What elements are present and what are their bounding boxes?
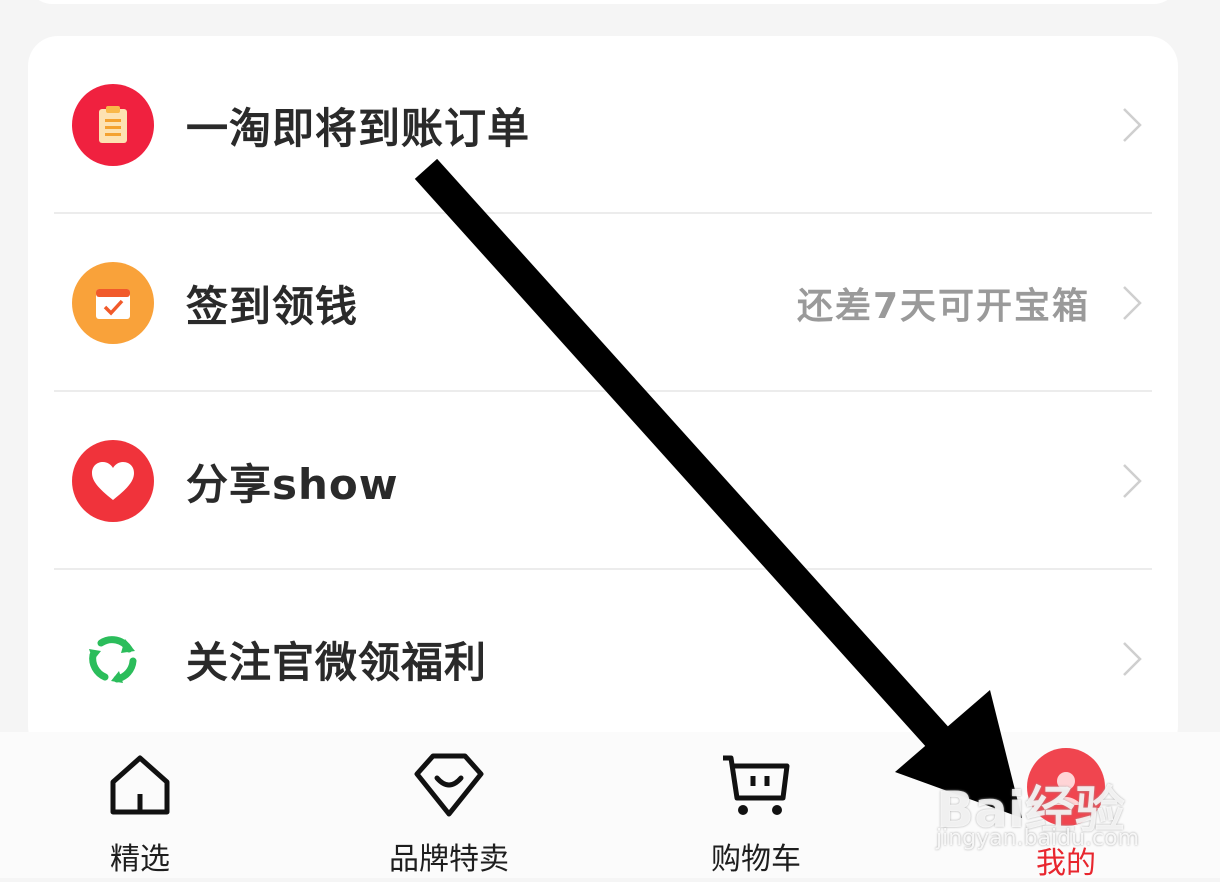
menu-item-follow-official[interactable]: 关注官微领福利 xyxy=(28,570,1178,748)
tab-label: 品牌特卖 xyxy=(389,842,509,877)
menu-item-label: 关注官微领福利 xyxy=(186,637,488,687)
heart-icon xyxy=(72,440,154,522)
tab-cart[interactable]: 购物车 xyxy=(656,732,856,878)
tab-label: 精选 xyxy=(110,842,170,877)
menu-item-label: 签到领钱 xyxy=(186,281,359,331)
diamond-smile-icon xyxy=(413,750,485,820)
menu-item-checkin[interactable]: 签到领钱 还差7天可开宝箱 xyxy=(28,214,1178,392)
chevron-right-icon xyxy=(1112,283,1152,323)
menu-card: 一淘即将到账订单 签到领钱 还差7天可开宝箱 分享show 关注官微领福利 xyxy=(28,36,1178,756)
home-icon xyxy=(107,750,173,820)
chevron-right-icon xyxy=(1112,105,1152,145)
top-card xyxy=(28,0,1178,4)
checkin-hint: 还差7天可开宝箱 xyxy=(796,286,1090,327)
tab-label: 购物车 xyxy=(711,842,801,877)
menu-item-pending-orders[interactable]: 一淘即将到账订单 xyxy=(28,36,1178,214)
calendar-check-icon xyxy=(72,262,154,344)
chevron-right-icon xyxy=(1112,461,1152,501)
tab-brand-sale[interactable]: 品牌特卖 xyxy=(349,732,549,878)
recycle-icon xyxy=(72,618,154,700)
menu-item-label: 一淘即将到账订单 xyxy=(186,103,531,153)
menu-item-label: 分享show xyxy=(186,459,399,509)
chevron-right-icon xyxy=(1112,639,1152,679)
tab-featured[interactable]: 精选 xyxy=(40,732,240,878)
clipboard-icon xyxy=(72,84,154,166)
watermark-url: jingyan.baidu.com xyxy=(936,826,1140,851)
menu-item-share-show[interactable]: 分享show xyxy=(28,392,1178,570)
cart-icon xyxy=(719,750,793,820)
